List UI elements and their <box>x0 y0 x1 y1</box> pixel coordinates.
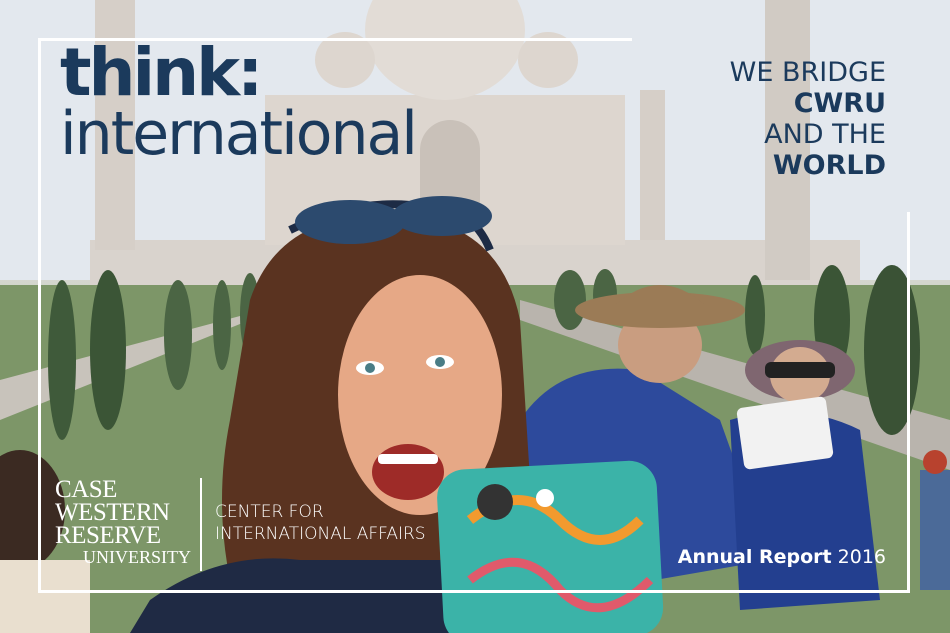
logo-divider <box>200 478 202 571</box>
logo-line-3: RESERVE <box>55 522 161 549</box>
logo-line-2: WESTERN <box>55 499 170 526</box>
department-line-1: CENTER FOR <box>215 502 324 522</box>
report-year: 2016 <box>837 546 886 568</box>
tagline-line-1: WE BRIDGE <box>729 57 886 88</box>
tagline-line-2: CWRU <box>793 88 886 119</box>
department-name: CENTER FOR INTERNATIONAL AFFAIRS <box>215 501 426 545</box>
tagline-line-3: AND THE <box>764 119 886 150</box>
report-title: Annual Report <box>677 546 832 568</box>
report-cover: think: international WE BRIDGE CWRU AND … <box>0 0 950 633</box>
frame-left-line <box>38 38 41 593</box>
title-line-1: think: <box>60 34 263 111</box>
department-line-2: INTERNATIONAL AFFAIRS <box>215 524 426 544</box>
frame-right-line <box>907 212 910 593</box>
tagline-line-4: WORLD <box>772 150 886 181</box>
report-label: Annual Report 2016 <box>678 546 886 568</box>
logo-line-1: CASE <box>55 476 117 503</box>
frame-bottom-line <box>38 590 910 593</box>
cover-title: think: international <box>60 34 418 169</box>
university-logo: CASE WESTERN RESERVE UNIVERSITY <box>55 476 191 576</box>
title-line-2: international <box>60 99 418 169</box>
tagline: WE BRIDGE CWRU AND THE WORLD <box>626 57 886 181</box>
logo-line-4: UNIVERSITY <box>83 547 191 567</box>
